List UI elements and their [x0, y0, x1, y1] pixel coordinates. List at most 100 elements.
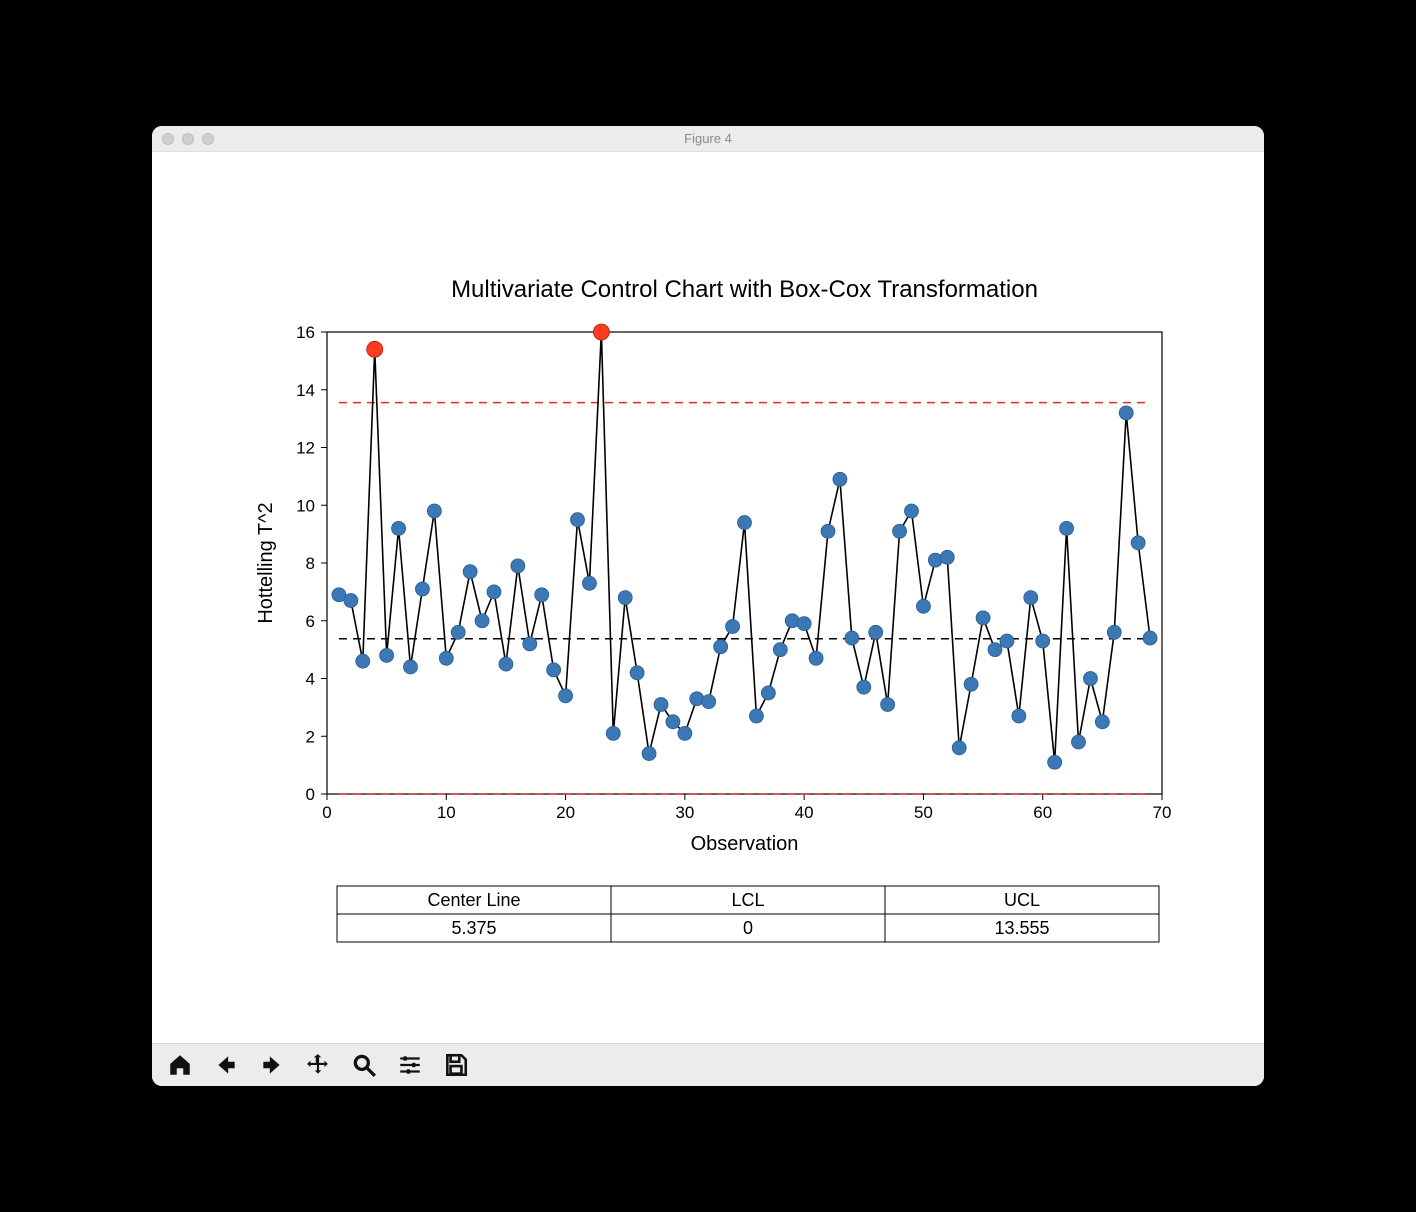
data-point: [380, 649, 394, 663]
data-point: [642, 747, 656, 761]
data-point: [606, 726, 620, 740]
y-tick-label: 14: [296, 381, 315, 400]
pan-button[interactable]: [296, 1046, 340, 1084]
x-tick-label: 60: [1033, 803, 1052, 822]
x-tick-label: 40: [795, 803, 814, 822]
pan-icon: [305, 1052, 331, 1078]
y-axis-label: Hottelling T^2: [255, 502, 277, 623]
data-point: [1095, 715, 1109, 729]
data-point: [1036, 634, 1050, 648]
home-button[interactable]: [158, 1046, 202, 1084]
data-point: [988, 643, 1002, 657]
data-point: [344, 594, 358, 608]
data-point: [726, 620, 740, 634]
home-icon: [167, 1052, 193, 1078]
save-icon: [443, 1052, 469, 1078]
y-tick-label: 0: [306, 785, 315, 804]
data-point: [523, 637, 537, 651]
table-value: 5.375: [451, 918, 496, 938]
table-header: Center Line: [427, 890, 520, 910]
data-point: [475, 614, 489, 628]
data-point: [630, 666, 644, 680]
table-header: LCL: [731, 890, 764, 910]
zoom-icon: [351, 1052, 377, 1078]
data-point: [511, 559, 525, 573]
data-point: [905, 504, 919, 518]
data-point: [463, 565, 477, 579]
data-point: [702, 695, 716, 709]
data-point: [833, 472, 847, 486]
configure-button[interactable]: [388, 1046, 432, 1084]
data-point: [666, 715, 680, 729]
data-point: [1119, 406, 1133, 420]
data-point: [869, 625, 883, 639]
data-point: [714, 640, 728, 654]
chart-svg: Multivariate Control Chart with Box-Cox …: [152, 152, 1264, 1038]
x-tick-label: 70: [1153, 803, 1172, 822]
data-point: [499, 657, 513, 671]
data-point: [976, 611, 990, 625]
table-value: 13.555: [994, 918, 1049, 938]
save-button[interactable]: [434, 1046, 478, 1084]
zoom-button[interactable]: [342, 1046, 386, 1084]
data-point: [427, 504, 441, 518]
chart-title: Multivariate Control Chart with Box-Cox …: [451, 276, 1038, 303]
x-tick-label: 0: [322, 803, 331, 822]
traffic-lights: [162, 133, 214, 145]
data-point: [916, 599, 930, 613]
x-axis-label: Observation: [691, 833, 799, 855]
zoom-dot[interactable]: [202, 133, 214, 145]
data-point: [821, 524, 835, 538]
minimize-dot[interactable]: [182, 133, 194, 145]
data-point: [773, 643, 787, 657]
y-tick-label: 4: [306, 670, 315, 689]
data-point: [964, 677, 978, 691]
y-tick-label: 16: [296, 323, 315, 342]
data-point: [678, 726, 692, 740]
data-point: [1024, 591, 1038, 605]
forward-button[interactable]: [250, 1046, 294, 1084]
data-point: [857, 680, 871, 694]
plot-area: [327, 332, 1162, 794]
data-point: [582, 576, 596, 590]
data-point: [1000, 634, 1014, 648]
data-point: [1143, 631, 1157, 645]
y-tick-label: 2: [306, 727, 315, 746]
data-point: [618, 591, 632, 605]
data-point: [571, 513, 585, 527]
window-title: Figure 4: [152, 131, 1264, 146]
forward-arrow-icon: [259, 1052, 285, 1078]
data-point: [809, 651, 823, 665]
table-header: UCL: [1004, 890, 1040, 910]
back-button[interactable]: [204, 1046, 248, 1084]
data-point: [1107, 625, 1121, 639]
data-point: [547, 663, 561, 677]
x-tick-label: 30: [675, 803, 694, 822]
x-tick-label: 20: [556, 803, 575, 822]
data-point: [415, 582, 429, 596]
outlier-point: [593, 324, 609, 340]
x-tick-label: 10: [437, 803, 456, 822]
x-tick-label: 50: [914, 803, 933, 822]
data-point: [1083, 672, 1097, 686]
close-dot[interactable]: [162, 133, 174, 145]
data-point: [952, 741, 966, 755]
data-point: [1060, 521, 1074, 535]
data-point: [1012, 709, 1026, 723]
data-point: [881, 698, 895, 712]
table-value: 0: [743, 918, 753, 938]
window: Figure 4 Multivariate Control Chart with…: [152, 126, 1264, 1086]
sliders-icon: [397, 1052, 423, 1078]
data-point: [940, 550, 954, 564]
data-point: [1072, 735, 1086, 749]
y-tick-label: 12: [296, 439, 315, 458]
data-point: [392, 521, 406, 535]
matplotlib-toolbar: [152, 1043, 1264, 1086]
data-point: [749, 709, 763, 723]
data-point: [654, 698, 668, 712]
data-point: [893, 524, 907, 538]
figure-canvas: Multivariate Control Chart with Box-Cox …: [152, 152, 1264, 1043]
data-point: [1048, 755, 1062, 769]
back-arrow-icon: [213, 1052, 239, 1078]
data-point: [439, 651, 453, 665]
